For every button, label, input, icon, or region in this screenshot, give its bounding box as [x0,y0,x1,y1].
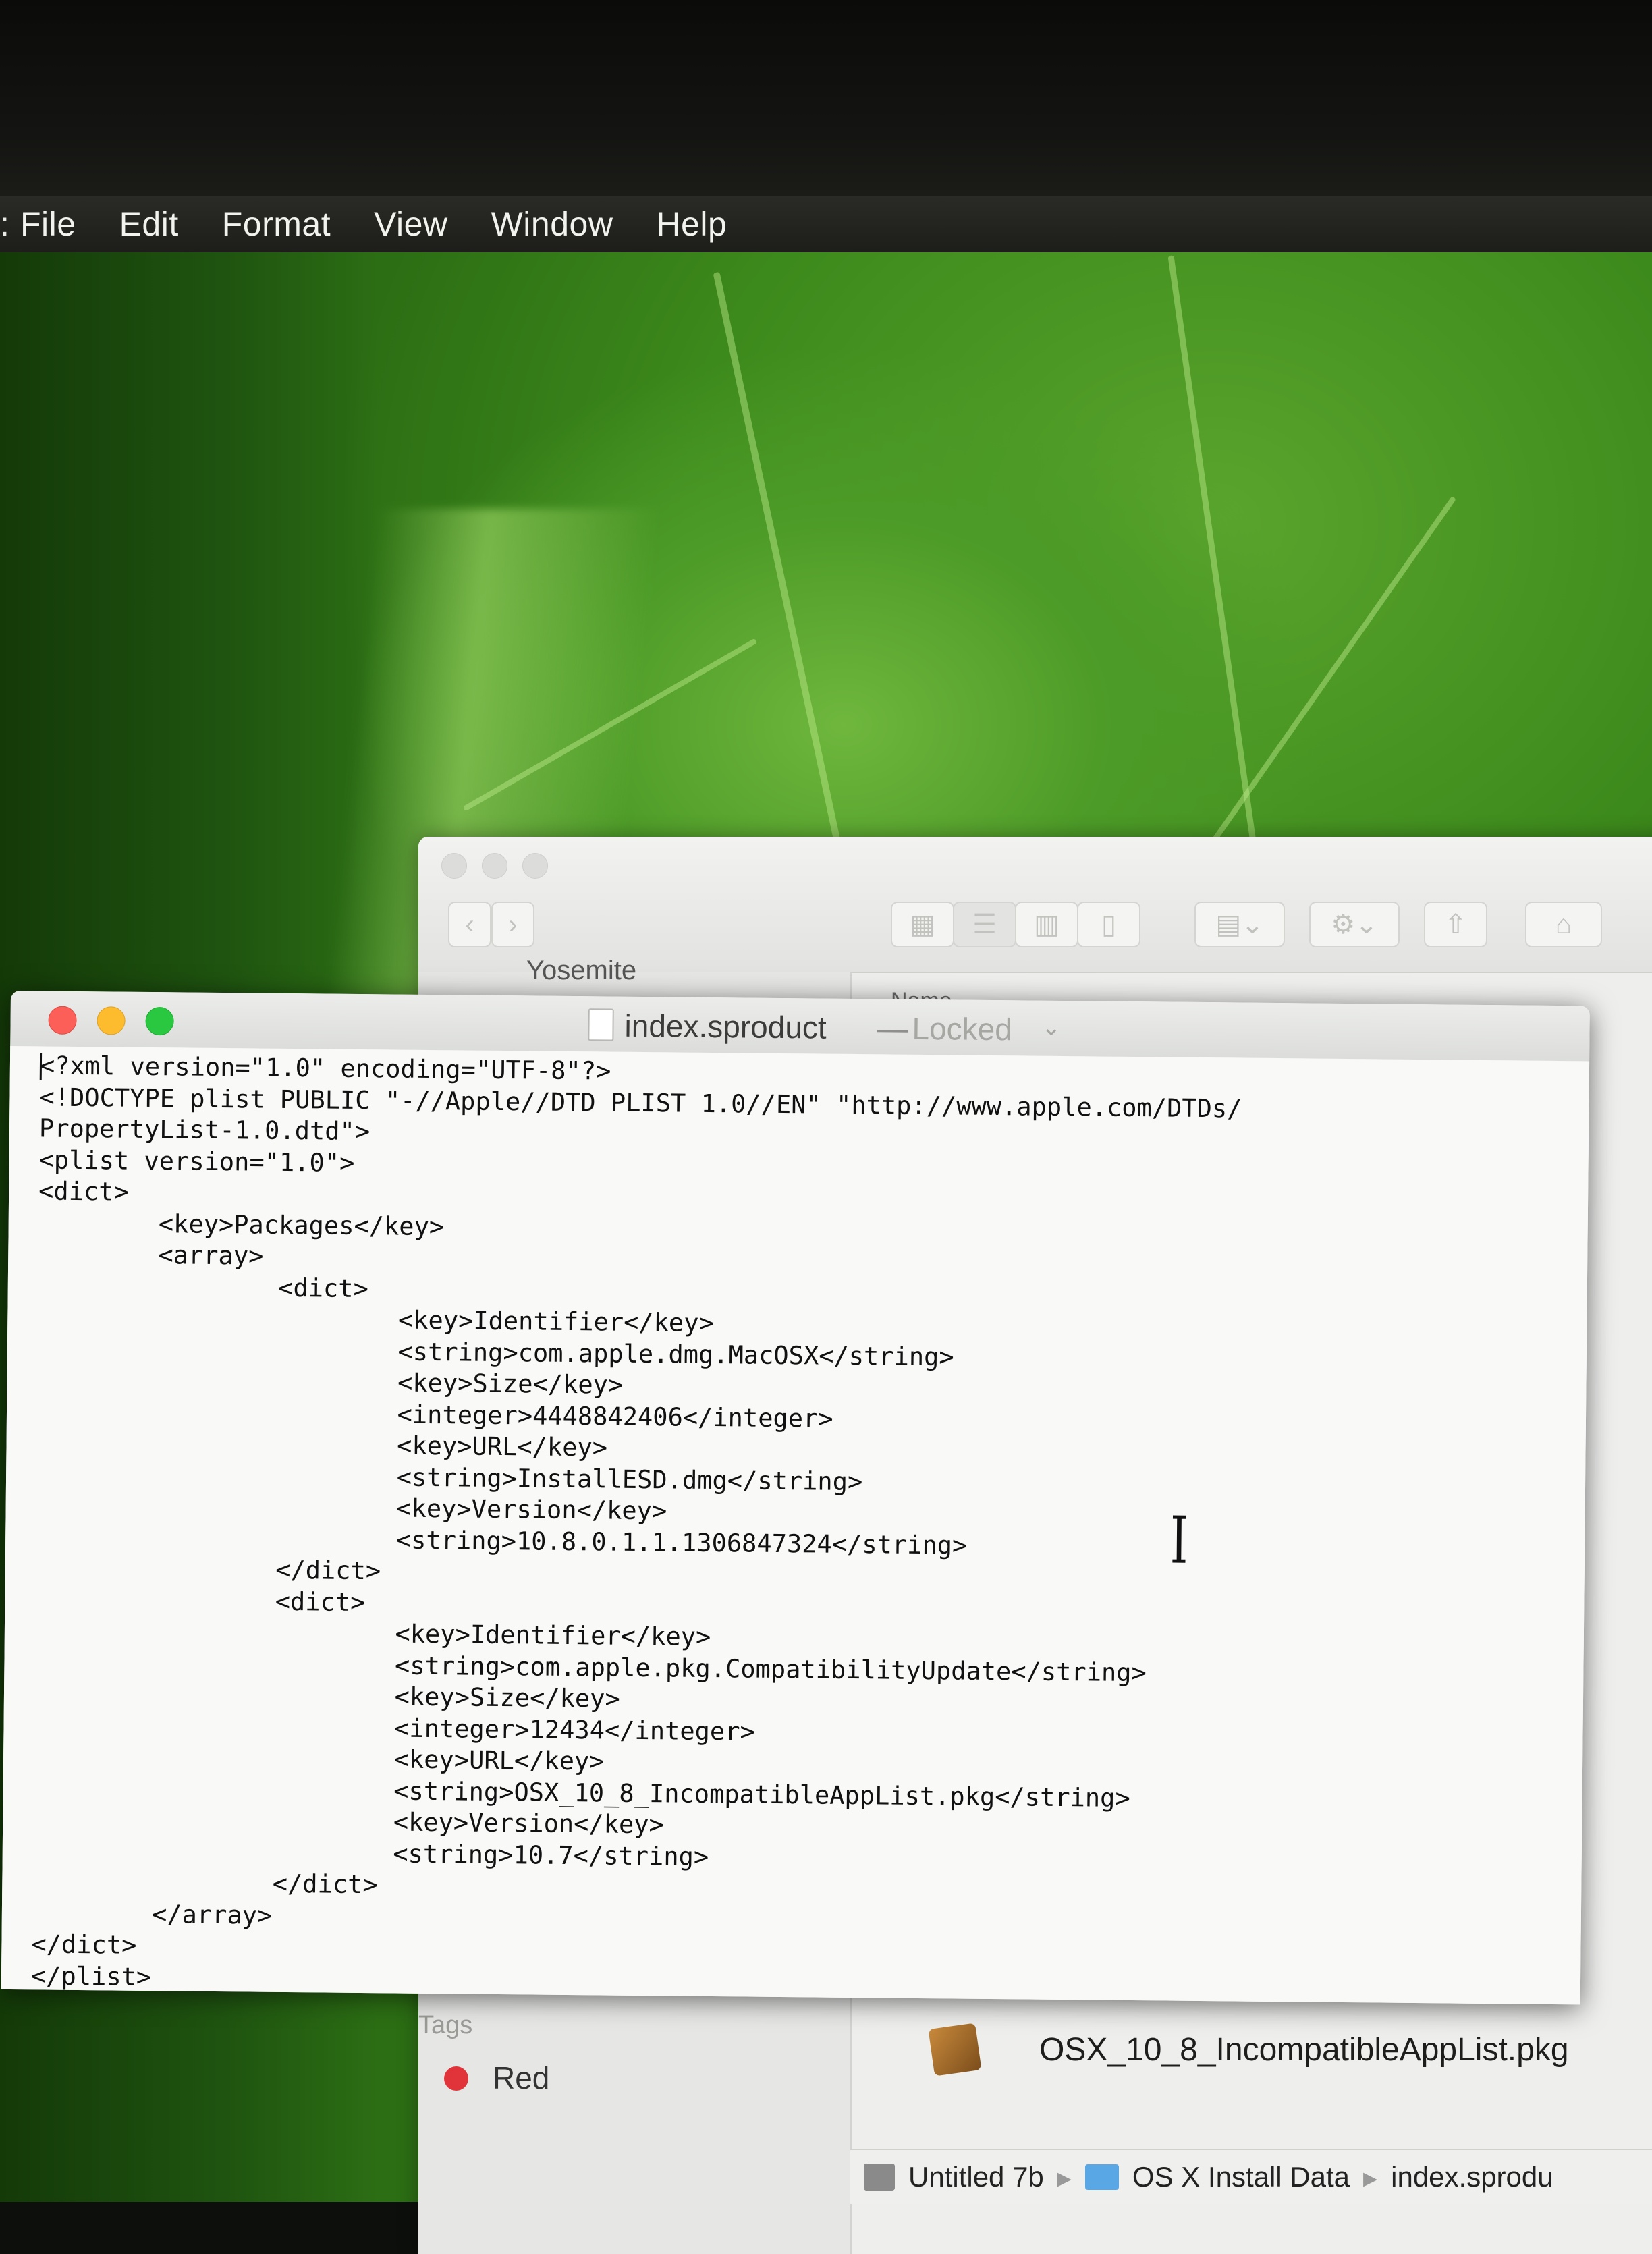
icon-view-button[interactable]: ▦ [891,902,954,947]
wallpaper-vein [713,271,846,868]
monitor-bezel [0,0,1652,196]
code-line[interactable]: <key>Version</key> [35,1490,667,1526]
menu-bar: : File Edit Format View Window Help [0,196,1652,252]
code-line[interactable]: <key>Identifier</key> [37,1302,714,1338]
tags-button[interactable]: ⌂ [1525,902,1602,947]
share-icon: ⇧ [1444,910,1467,939]
code-line[interactable]: <integer>4448842406</integer> [36,1396,833,1433]
action-button[interactable]: ⚙⌄ [1309,902,1400,947]
finder-toolbar: ‹ › ▦ ☰ ▥ ▯ ▤⌄ ⚙⌄ ⇧ ⌂ [418,837,1652,973]
code-line[interactable]: <key>Version</key> [32,1804,664,1839]
code-line[interactable]: <dict> [38,1271,368,1302]
text-caret [39,1053,43,1080]
folder-icon [1084,2164,1119,2190]
tags-heading: Tags [418,2011,473,2039]
finder-minimize-button[interactable] [482,853,507,879]
path-separator-icon: ▸ [1363,2161,1378,2193]
code-line[interactable]: </plist> [31,1961,152,1991]
wallpaper-vein [1167,255,1268,925]
code-line[interactable]: <key>Size</key> [34,1678,620,1713]
document-text[interactable]: <?xml version="1.0" encoding="UTF-8"?> <… [31,1050,1242,2003]
menu-fragment: : [0,204,7,244]
textedit-window[interactable]: index.sproduct — Locked ⌄ <?xml version=… [1,991,1590,2005]
coverflow-icon: ▯ [1101,910,1116,939]
code-line[interactable]: <plist version="1.0"> [38,1145,354,1177]
text-editor-area[interactable]: <?xml version="1.0" encoding="UTF-8"?> <… [1,1045,1590,2005]
code-line[interactable]: </dict> [32,1867,378,1899]
column-view-button[interactable]: ▥ [1015,902,1078,947]
finder-zoom-button[interactable] [522,853,548,879]
sidebar-item-yosemite[interactable]: Yosemite [526,956,636,986]
code-line[interactable]: <key>URL</key> [36,1427,607,1462]
wallpaper-vein [1180,496,1457,886]
code-line[interactable]: <key>Packages</key> [38,1208,445,1241]
red-tag-dot-icon [444,2066,468,2091]
code-line[interactable]: <string>10.7</string> [32,1836,709,1871]
package-icon [928,2023,982,2077]
menu-help[interactable]: Help [656,204,727,244]
window-title: index.sproduct [624,1008,827,1045]
title-separator: — [877,1010,908,1046]
menu-edit[interactable]: Edit [119,204,179,244]
path-item-file[interactable]: index.sprodu [1391,2161,1553,2193]
code-line[interactable]: <key>URL</key> [33,1741,604,1776]
columns-icon: ▥ [1034,910,1059,939]
code-line[interactable]: </array> [32,1898,273,1930]
gear-icon: ⚙⌄ [1331,910,1378,939]
coverflow-view-button[interactable]: ▯ [1077,902,1140,947]
code-line[interactable]: <?xml version="1.0" encoding="UTF-8"?> [40,1051,611,1085]
menu-window[interactable]: Window [491,204,613,244]
path-separator-icon: ▸ [1057,2161,1072,2193]
finder-close-button[interactable] [441,853,467,879]
tag-icon: ⌂ [1555,909,1572,939]
lock-status-menu[interactable]: Locked [912,1010,1012,1047]
menu-file[interactable]: File [20,204,76,244]
document-icon [588,1008,614,1041]
chevron-right-icon: › [508,909,518,939]
i-beam-cursor-icon: I [1169,1502,1189,1578]
code-line[interactable]: </dict> [35,1553,381,1585]
path-item-folder[interactable]: OS X Install Data [1132,2161,1350,2193]
code-line[interactable]: <dict> [34,1585,366,1616]
code-line[interactable]: <array> [38,1239,264,1270]
path-item-volume[interactable]: Untitled 7b [908,2161,1044,2193]
menu-view[interactable]: View [374,204,447,244]
chevron-down-icon[interactable]: ⌄ [1041,1014,1061,1041]
minimize-button[interactable] [97,1006,126,1035]
list-icon: ☰ [972,910,997,939]
grid-icon: ▦ [910,910,935,939]
code-line[interactable]: <key>Size</key> [36,1365,624,1400]
file-row-name[interactable]: OSX_10_8_IncompatibleAppList.pkg [1039,2031,1569,2068]
code-line[interactable]: <dict> [38,1176,129,1206]
arrange-button[interactable]: ▤⌄ [1194,902,1285,947]
list-view-button[interactable]: ☰ [953,902,1016,947]
forward-button[interactable]: › [491,902,534,947]
code-line[interactable]: <key>Identifier</key> [34,1616,711,1651]
close-button[interactable] [48,1006,77,1035]
arrange-icon: ▤⌄ [1215,910,1264,939]
code-line[interactable]: <integer>12434</integer> [33,1710,755,1746]
zoom-button[interactable] [145,1006,174,1036]
path-bar: Untitled 7b ▸ OS X Install Data ▸ index.… [850,2149,1652,2204]
share-button[interactable]: ⇧ [1424,902,1487,947]
chevron-left-icon: ‹ [465,909,474,939]
code-line[interactable]: <string>InstallESD.dmg</string> [36,1459,863,1496]
sidebar-tag-red[interactable]: Red [493,2060,549,2096]
code-line[interactable]: </dict> [31,1929,136,1959]
menu-format[interactable]: Format [222,204,331,244]
back-button[interactable]: ‹ [448,902,491,947]
disk-icon [864,2164,895,2191]
code-line[interactable]: PropertyList-1.0.dtd"> [39,1114,370,1146]
